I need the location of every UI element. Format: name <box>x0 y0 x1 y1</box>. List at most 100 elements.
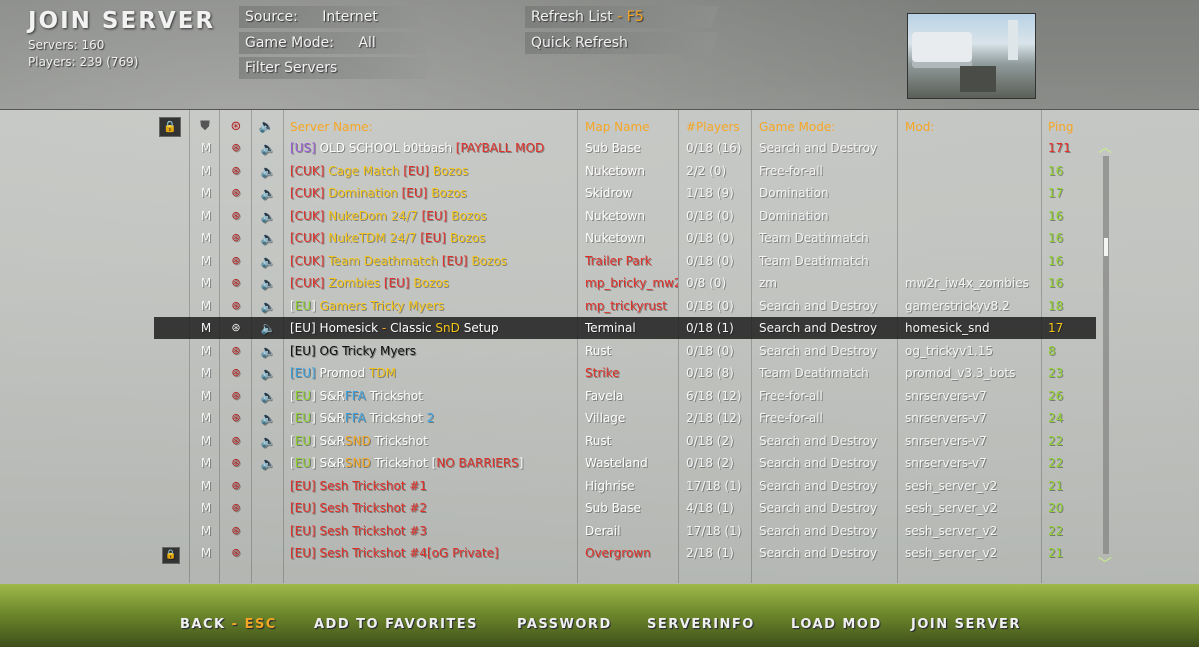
speaker-icon: 🔈 <box>260 186 276 200</box>
join-server-button[interactable]: JOIN SERVER <box>911 617 1021 633</box>
mod-flag: M <box>200 546 212 560</box>
scroll-down-arrow-icon[interactable]: ﹀ <box>1098 558 1112 572</box>
filter-servers-button[interactable]: Filter Servers <box>239 57 433 79</box>
server-row[interactable]: M ⊛ 🔈 [CUK] Cage Match [EU] Bozos Nuketown 2/… <box>154 160 1096 182</box>
speaker-icon: 🔈 <box>260 433 276 448</box>
server-name-segment: Trickshot [ <box>374 456 437 470</box>
speaker-icon: 🔈 <box>260 456 276 470</box>
server-name-segment: Bozos <box>471 253 507 268</box>
server-row[interactable]: M ⊛ 🔈 [EU] Homesick - Classic SnD Setup Term… <box>154 317 1096 339</box>
scrollbar-track[interactable] <box>1103 156 1109 554</box>
player-count: 0/18 (16) <box>686 141 742 155</box>
speaker-icon: 🔈 <box>260 253 276 268</box>
game-mode: Search and Destroy <box>759 456 878 470</box>
server-row[interactable]: M ⊛ 🔈 [CUK] NukeDom 24/7 [EU] Bozos Nuketown… <box>154 205 1096 227</box>
server-name-segment: [US] <box>290 141 316 155</box>
server-name: [CUK] NukeTDM 24/7 [EU] Bozos <box>290 227 576 249</box>
shield-icon[interactable]: ⛊ <box>194 117 216 137</box>
column-header-server-name[interactable]: Server Name: <box>290 118 373 136</box>
server-name-segment: Cage Match <box>328 163 404 178</box>
server-row[interactable]: M ⊛ [EU] Sesh Trickshot #3 Derail 17/18 (1) S… <box>154 520 1096 542</box>
speaker-icon: 🔈 <box>260 411 276 425</box>
server-name-segment: NukeTDM 24/7 <box>328 231 421 245</box>
speaker-icon <box>258 542 278 564</box>
speaker-icon: 🔈 <box>260 366 276 380</box>
map-name: mp_trickyrust <box>585 298 667 313</box>
server-name-segment: [EU] Sesh Trickshot #1 <box>290 478 428 493</box>
mod-flag: M <box>200 276 212 290</box>
nat-icon: ⊛ <box>231 343 241 357</box>
map-name: Sub Base <box>585 501 641 515</box>
lock-cell <box>162 160 180 182</box>
mod-name <box>905 227 1041 249</box>
server-row[interactable]: M ⊛ 🔈 [CUK] Team Deathmatch [EU] Bozos Trail… <box>154 250 1096 272</box>
server-row[interactable]: M ⊛ 🔈 [EU] OG Tricky Myers Rust 0/18 (0) Searc… <box>154 340 1096 362</box>
speaker-icon[interactable]: 🔈 <box>256 117 278 137</box>
column-header-players[interactable]: #Players <box>686 118 740 136</box>
ping-value: 21 <box>1048 546 1064 560</box>
back-separator: - <box>231 617 239 632</box>
game-mode: Team Deathmatch <box>759 231 869 245</box>
ping-value: 171 <box>1048 141 1071 155</box>
column-header-game-mode[interactable]: Game Mode: <box>759 118 835 136</box>
serverinfo-button[interactable]: SERVERINFO <box>647 617 755 633</box>
speaker-icon <box>258 520 278 542</box>
server-row[interactable]: M ⊛ 🔈 [CUK] NukeTDM 24/7 [EU] Bozos Nuketown… <box>154 227 1096 249</box>
server-row[interactable]: M ⊛ 🔈 [US] OLD SCHOOL b0tbash [PAYBALL MOD S… <box>154 137 1096 159</box>
nat-icon[interactable]: ⊛ <box>225 117 247 137</box>
server-row[interactable]: M ⊛ 🔈 [EU] S&RSND Trickshot Rust 0/18 (2) Sear… <box>154 430 1096 452</box>
server-row[interactable]: M ⊛ 🔈 [CUK] Zombies [EU] Bozos mp_bricky_mw2… <box>154 272 1096 294</box>
speaker-icon <box>258 497 278 519</box>
server-name: [CUK] Team Deathmatch [EU] Bozos <box>290 250 576 272</box>
column-header-map-name[interactable]: Map Name <box>585 118 650 136</box>
server-name-segment: SnD <box>435 321 464 335</box>
password-button[interactable]: PASSWORD <box>517 617 612 633</box>
refresh-list-label: Refresh List <box>531 9 613 25</box>
server-name-segment: EU <box>294 411 312 425</box>
game-mode: Free-for-all <box>759 163 823 178</box>
server-name-segment: Bozos <box>451 208 487 223</box>
ping-value: 22 <box>1048 456 1064 470</box>
server-row[interactable]: M ⊛ 🔈 [EU] S&RFFA Trickshot 2 Village 2/18 (1… <box>154 407 1096 429</box>
speaker-icon: 🔈 <box>260 141 276 155</box>
footer-bar <box>0 584 1199 647</box>
server-name-segment: ] S&R <box>311 388 345 403</box>
column-header-ping[interactable]: Ping <box>1048 118 1074 136</box>
server-name-segment: [CUK] <box>290 253 329 268</box>
scroll-up-arrow-icon[interactable]: ︿ <box>1098 141 1112 155</box>
game-mode: Free-for-all <box>759 388 823 403</box>
player-count: 17/18 (1) <box>686 478 742 493</box>
ping-value: 20 <box>1048 501 1064 515</box>
server-row[interactable]: M ⊛ 🔈 [CUK] Domination [EU] Bozos Skidrow 1/1… <box>154 182 1096 204</box>
game-mode-selector[interactable]: Game Mode: All <box>239 32 433 54</box>
game-mode: Search and Destroy <box>759 298 878 313</box>
column-header-mod[interactable]: Mod: <box>905 118 934 136</box>
back-button[interactable]: BACK - ESC <box>180 617 277 633</box>
mod-flag: M <box>200 298 212 313</box>
load-mod-button[interactable]: LOAD MOD <box>791 617 882 633</box>
server-name-segment: [PAYBALL MOD <box>455 141 545 155</box>
source-selector[interactable]: Source: Internet <box>239 6 433 28</box>
server-name-segment: ] S&R <box>311 433 345 448</box>
add-to-favorites-button[interactable]: ADD TO FAVORITES <box>314 617 478 633</box>
server-row[interactable]: M ⊛ [EU] Sesh Trickshot #1 Highrise 17/18 (1… <box>154 475 1096 497</box>
server-name: [CUK] Zombies [EU] Bozos <box>290 272 576 294</box>
game-mode: Team Deathmatch <box>759 366 869 380</box>
server-row[interactable]: M ⊛ [EU] Sesh Trickshot #2 Sub Base 4/18 (1)… <box>154 497 1096 519</box>
map-name: Rust <box>585 343 612 358</box>
nat-icon: ⊛ <box>231 501 241 514</box>
refresh-list-button[interactable]: Refresh List - F5 <box>525 6 719 28</box>
mod-flag: M <box>200 321 212 335</box>
mod-name: mw2r_iw4x_zombies <box>905 276 1029 290</box>
scrollbar-thumb[interactable] <box>1104 238 1108 256</box>
server-row[interactable]: M ⊛ 🔈 [EU] S&RSND Trickshot [NO BARRIERS] Wa… <box>154 452 1096 474</box>
quick-refresh-button[interactable]: Quick Refresh <box>525 32 719 54</box>
server-name-segment: FFA <box>344 411 370 425</box>
lock-cell <box>162 452 180 474</box>
server-row[interactable]: 🔒 M ⊛ [EU] Sesh Trickshot #4[oG Private] Ove… <box>154 542 1096 564</box>
server-row[interactable]: M ⊛ 🔈 [EU] S&RFFA Trickshot Favela 6/18 (12) F… <box>154 385 1096 407</box>
mod-name: sesh_server_v2 <box>905 501 998 515</box>
lock-icon[interactable]: 🔒 <box>159 117 181 137</box>
server-row[interactable]: M ⊛ 🔈 [EU] Promod TDM Strike 0/18 (8) Team Dea… <box>154 362 1096 384</box>
server-row[interactable]: M ⊛ 🔈 [EU] Gamers Tricky Myers mp_trickyrust… <box>154 295 1096 317</box>
